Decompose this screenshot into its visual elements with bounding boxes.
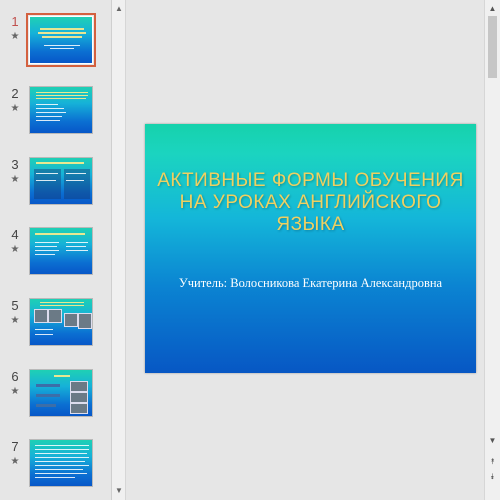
slide-preview[interactable] <box>26 13 96 67</box>
slide-preview[interactable] <box>29 157 93 205</box>
slide-thumbnail-2[interactable]: 2 ★ <box>0 84 111 148</box>
slide-thumbnail-4[interactable]: 4 ★ <box>0 225 111 289</box>
slide-preview[interactable] <box>29 227 93 275</box>
current-slide[interactable]: АКТИВНЫЕ ФОРМЫ ОБУЧЕНИЯ НА УРОКАХ АНГЛИЙ… <box>145 124 476 373</box>
slide-thumbnail-6[interactable]: 6 ★ <box>0 367 111 431</box>
animation-star-icon: ★ <box>10 386 20 397</box>
scroll-up-arrow-icon[interactable]: ▲ <box>114 3 124 15</box>
previous-slide-icon[interactable]: ⯭ <box>486 456 499 468</box>
slide-thumbnail-3[interactable]: 3 ★ <box>0 155 111 219</box>
slide-number: 3 <box>11 157 19 172</box>
slide-title[interactable]: АКТИВНЫЕ ФОРМЫ ОБУЧЕНИЯ НА УРОКАХ АНГЛИЙ… <box>155 170 466 236</box>
slide-preview[interactable] <box>29 369 93 417</box>
animation-star-icon: ★ <box>10 456 20 467</box>
next-slide-icon[interactable]: ⯯ <box>486 471 499 483</box>
scroll-up-arrow-icon[interactable]: ▲ <box>486 3 499 15</box>
slide-number: 7 <box>11 439 19 454</box>
slide-preview[interactable] <box>29 298 93 346</box>
scrollbar-thumb[interactable] <box>488 16 497 78</box>
slide-number: 2 <box>11 86 19 101</box>
vertical-scrollbar[interactable]: ▲ ▼ ⯭ ⯯ <box>484 0 500 500</box>
animation-star-icon: ★ <box>10 103 20 114</box>
slide-number: 4 <box>11 227 19 242</box>
slide-thumbnail-1[interactable]: 1 ★ <box>0 12 111 76</box>
slide-preview[interactable] <box>29 86 93 134</box>
slide-number: 5 <box>11 298 19 313</box>
animation-star-icon: ★ <box>10 244 20 255</box>
slide-preview[interactable] <box>29 439 93 487</box>
slide-subtitle[interactable]: Учитель: Волосникова Екатерина Александр… <box>155 276 466 291</box>
slide-thumbnails-pane: 1 ★ 2 ★ 3 ★ 4 ★ 5 ★ 6 ★ 7 ★ <box>0 0 111 500</box>
slide-thumbnail-5[interactable]: 5 ★ <box>0 296 111 360</box>
slide-editing-canvas: АКТИВНЫЕ ФОРМЫ ОБУЧЕНИЯ НА УРОКАХ АНГЛИЙ… <box>127 0 484 500</box>
thumbnails-scrollbar[interactable]: ▲ ▼ <box>112 0 126 500</box>
scroll-down-arrow-icon[interactable]: ▼ <box>486 435 499 447</box>
slide-number: 6 <box>11 369 19 384</box>
scroll-down-arrow-icon[interactable]: ▼ <box>114 485 124 497</box>
animation-star-icon: ★ <box>10 31 20 42</box>
slide-number: 1 <box>11 14 19 29</box>
slide-thumbnail-7[interactable]: 7 ★ <box>0 437 111 500</box>
animation-star-icon: ★ <box>10 315 20 326</box>
animation-star-icon: ★ <box>10 174 20 185</box>
